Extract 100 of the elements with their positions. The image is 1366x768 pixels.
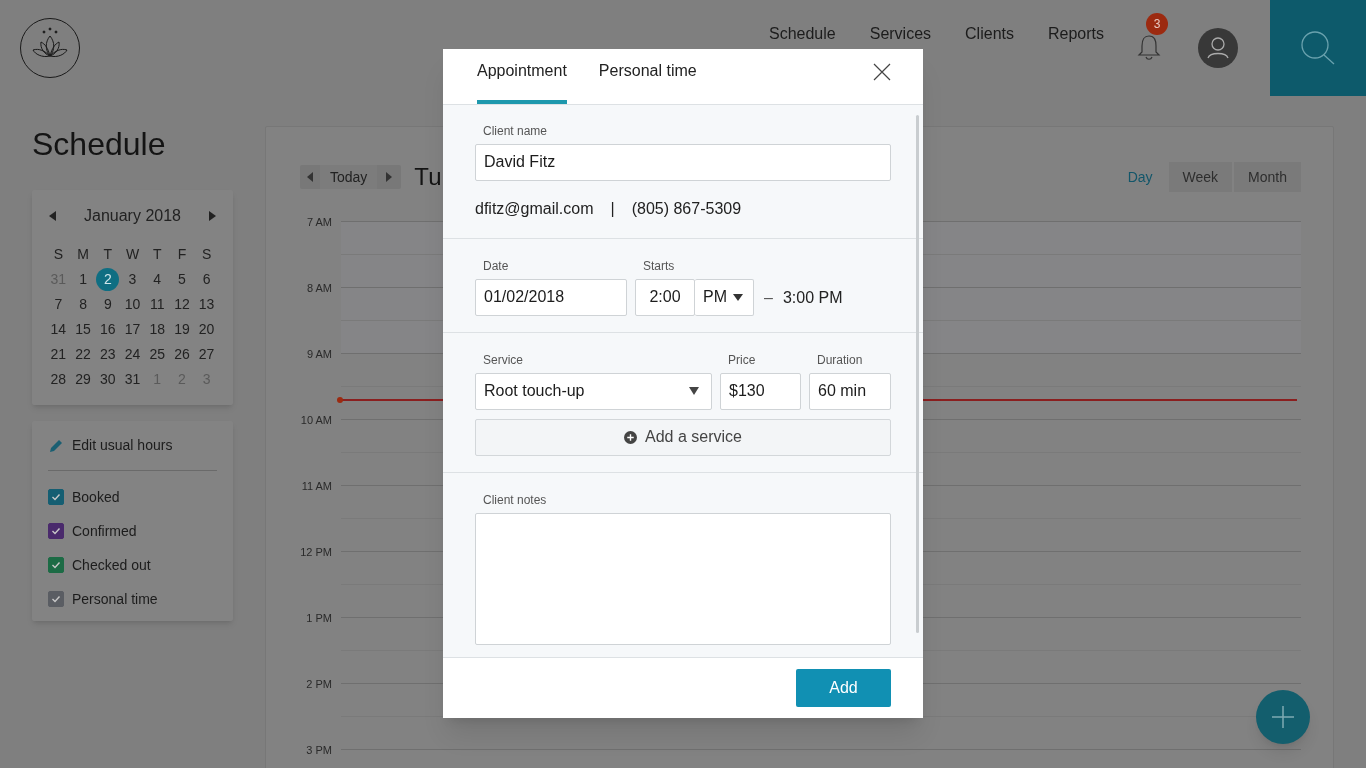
calendar-day[interactable]: 5: [170, 268, 194, 291]
range-dash: –: [764, 287, 773, 308]
page-title: Schedule: [32, 128, 167, 160]
weekday-label: W: [124, 245, 141, 264]
calendar-day[interactable]: 8: [71, 293, 95, 316]
calendar-day[interactable]: 11: [145, 293, 169, 316]
nav-link[interactable]: Services: [869, 26, 932, 42]
edit-hours-link[interactable]: Edit usual hours: [72, 435, 173, 456]
hour-label: 1 PM: [305, 611, 332, 626]
calendar-day[interactable]: 16: [96, 318, 120, 341]
field-label: Price: [728, 351, 757, 369]
calendar-day[interactable]: 6: [195, 268, 219, 291]
nav-link[interactable]: Reports: [1047, 26, 1104, 42]
calendar-day[interactable]: 29: [71, 368, 95, 391]
next-month-icon[interactable]: [209, 211, 216, 221]
calendar-day[interactable]: 13: [195, 293, 219, 316]
calendar-day[interactable]: 19: [170, 318, 194, 341]
end-time: 3:00 PM: [782, 287, 843, 308]
calendar-day[interactable]: 12: [170, 293, 194, 316]
field-label: Starts: [643, 257, 676, 275]
view-tab[interactable]: Week: [1168, 162, 1233, 192]
close-icon[interactable]: [873, 62, 891, 81]
duration-field[interactable]: 60 min: [809, 372, 891, 410]
view-tab[interactable]: Day: [1113, 162, 1167, 192]
weekday-label: T: [151, 245, 163, 264]
today-button[interactable]: Today: [320, 165, 378, 189]
add-button[interactable]: Add: [796, 668, 891, 707]
calendar-day[interactable]: 10: [121, 293, 144, 316]
client-phone: (805) 867-5309: [631, 198, 742, 219]
hour-label: 10 AM: [300, 413, 332, 428]
filter-checkbox[interactable]: [48, 591, 64, 607]
field-label: Client notes: [483, 491, 548, 509]
prev-month-icon[interactable]: [49, 211, 56, 221]
filter-label: Confirmed: [72, 521, 137, 541]
calendar-day[interactable]: 22: [71, 343, 95, 366]
nav-link[interactable]: Schedule: [769, 26, 836, 42]
calendar-day[interactable]: 14: [46, 318, 70, 341]
nav-link[interactable]: Clients: [965, 26, 1014, 42]
calendar-day[interactable]: 3: [121, 268, 144, 291]
weekday-label: S: [52, 245, 64, 264]
calendar-day[interactable]: 25: [145, 343, 169, 366]
check-icon: [51, 594, 61, 604]
price-field[interactable]: $130: [720, 372, 801, 410]
check-icon: [51, 492, 61, 502]
calendar-day[interactable]: 1: [71, 268, 95, 291]
plus-circle-icon: [624, 430, 638, 444]
view-tab[interactable]: Month: [1234, 162, 1301, 192]
pencil-icon[interactable]: [48, 437, 64, 454]
date-field[interactable]: 01/02/2018: [475, 278, 627, 316]
calendar-day[interactable]: 2: [96, 268, 120, 291]
filter-checkbox[interactable]: [48, 557, 64, 573]
calendar-day[interactable]: 24: [121, 343, 144, 366]
calendar-day[interactable]: 17: [121, 318, 144, 341]
dialog-tab[interactable]: Personal time: [598, 58, 697, 104]
filter-label: Personal time: [72, 589, 158, 609]
calendar-day[interactable]: 30: [96, 368, 120, 391]
add-service-button[interactable]: Add a service: [475, 418, 891, 456]
filter-checkbox[interactable]: [48, 523, 64, 539]
calendar-day[interactable]: 18: [145, 318, 169, 341]
start-time-field[interactable]: 2:00: [635, 278, 695, 316]
calendar-day[interactable]: 23: [96, 343, 120, 366]
bell-icon[interactable]: [1136, 33, 1162, 61]
hour-label: 2 PM: [305, 677, 332, 692]
client-email: dfitz@gmail.com: [475, 198, 594, 219]
hour-label: 8 AM: [305, 281, 332, 296]
calendar-day[interactable]: 21: [46, 343, 70, 366]
field-label: Client name: [483, 122, 549, 140]
calendar-day[interactable]: 7: [46, 293, 70, 316]
separator: |: [610, 198, 615, 219]
field-label: Date: [483, 257, 510, 275]
calendar-day[interactable]: 31: [121, 368, 144, 391]
notification-badge: 3: [1146, 13, 1168, 35]
hour-label: 12 PM: [300, 545, 332, 560]
caret-icon: [689, 387, 699, 396]
avatar-icon[interactable]: [1198, 28, 1238, 68]
weekday-label: T: [102, 245, 114, 264]
calendar-day[interactable]: 27: [195, 343, 219, 366]
filter-label: Checked out: [72, 555, 151, 575]
weekday-label: S: [200, 245, 213, 264]
lotus-logo[interactable]: [20, 18, 80, 78]
calendar-day[interactable]: 28: [46, 368, 70, 391]
scrollbar[interactable]: [916, 114, 919, 633]
weekday-label: F: [176, 245, 188, 264]
client-notes-field[interactable]: [475, 512, 891, 645]
hour-label: 11 AM: [300, 479, 332, 494]
calendar-day[interactable]: 26: [170, 343, 194, 366]
period-select[interactable]: PM: [695, 278, 754, 316]
calendar-day[interactable]: 15: [71, 318, 95, 341]
calendar-day[interactable]: 4: [145, 268, 169, 291]
calendar-day[interactable]: 9: [96, 293, 120, 316]
filter-checkbox[interactable]: [48, 489, 64, 505]
calendar-day[interactable]: 20: [195, 318, 219, 341]
plus-icon: [1271, 705, 1295, 729]
field-label: Duration: [817, 351, 864, 369]
date-title: Tu: [414, 162, 442, 192]
weekday-label: M: [76, 245, 90, 264]
hour-label: 9 AM: [305, 347, 332, 362]
service-select[interactable]: Root touch-up: [475, 372, 712, 410]
search-icon: [1300, 30, 1336, 66]
client-name-field[interactable]: David Fitz: [475, 143, 891, 181]
